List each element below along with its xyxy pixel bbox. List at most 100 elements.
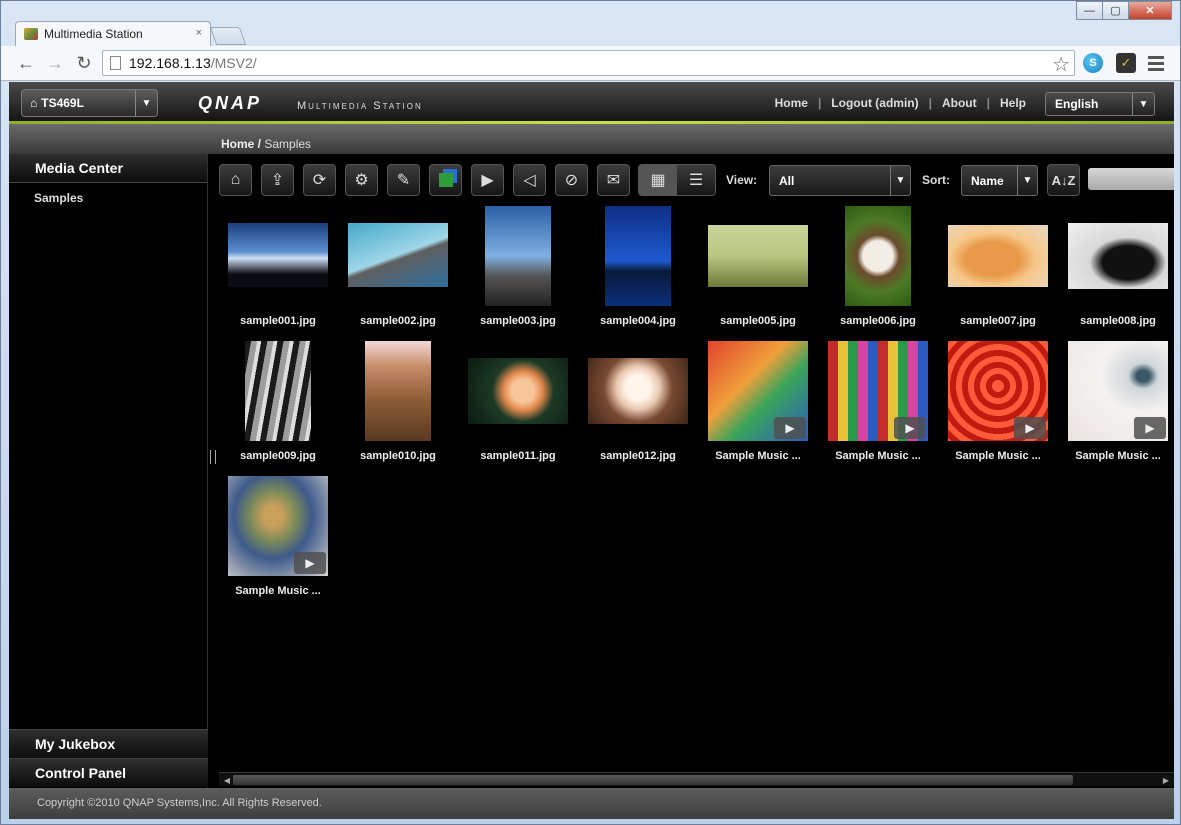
photo-thumbnail[interactable] bbox=[588, 358, 688, 424]
photo-thumbnail[interactable] bbox=[948, 225, 1048, 287]
breadcrumb-home[interactable]: Home bbox=[221, 137, 254, 151]
breadcrumb-bar: Home / Samples bbox=[9, 124, 1174, 154]
play-icon[interactable]: ▶ bbox=[471, 164, 504, 196]
scroll-right-icon[interactable]: ▶ bbox=[1160, 774, 1172, 786]
media-item[interactable]: sample001.jpg bbox=[219, 206, 337, 327]
photo-thumbnail[interactable] bbox=[708, 225, 808, 287]
email-icon[interactable]: ✉ bbox=[597, 164, 630, 196]
app-header: ⌂ TS469L ▼ QNAP Multimedia Station Home … bbox=[9, 82, 1174, 124]
settings-icon[interactable]: ⚙ bbox=[345, 164, 378, 196]
photo-thumbnail[interactable] bbox=[1068, 223, 1168, 289]
share-icon[interactable]: ⊘ bbox=[555, 164, 588, 196]
photo-thumbnail[interactable] bbox=[365, 341, 431, 441]
media-item[interactable]: ▶ Sample Music ... bbox=[819, 341, 937, 462]
photo-thumbnail[interactable] bbox=[245, 341, 311, 441]
check-extension-icon[interactable]: ✓ bbox=[1116, 53, 1136, 73]
sort-order-button[interactable]: A↓Z bbox=[1047, 164, 1080, 196]
sidebar-item-samples[interactable]: Samples bbox=[9, 183, 207, 205]
media-item[interactable]: sample009.jpg bbox=[219, 341, 337, 462]
logout-link[interactable]: Logout (admin) bbox=[831, 96, 918, 110]
list-view-icon[interactable]: ☰ bbox=[677, 165, 715, 195]
multimedia-station-app: ⌂ TS469L ▼ QNAP Multimedia Station Home … bbox=[9, 82, 1174, 819]
photo-thumbnail[interactable] bbox=[348, 223, 448, 287]
play-icon[interactable]: ▶ bbox=[774, 417, 806, 439]
close-window-button[interactable]: ✕ bbox=[1128, 1, 1172, 20]
language-select[interactable]: English ▼ bbox=[1045, 92, 1155, 116]
media-item[interactable]: sample003.jpg bbox=[459, 206, 577, 327]
tab-title: Multimedia Station bbox=[44, 27, 143, 41]
media-item[interactable]: ▶ Sample Music ... bbox=[219, 476, 337, 597]
media-item[interactable]: sample005.jpg bbox=[699, 206, 817, 327]
photo-thumbnail[interactable] bbox=[845, 206, 911, 306]
maximize-button[interactable]: ▢ bbox=[1102, 1, 1129, 20]
address-bar[interactable]: 192.168.1.13/MSV2/ ☆ bbox=[102, 50, 1075, 76]
media-item[interactable]: sample002.jpg bbox=[339, 206, 457, 327]
sort-label: Sort: bbox=[922, 173, 950, 187]
media-item[interactable]: sample004.jpg bbox=[579, 206, 697, 327]
sort-select[interactable]: Name ▼ bbox=[961, 165, 1038, 196]
home-icon[interactable]: ⌂ bbox=[219, 164, 252, 196]
media-item[interactable]: sample012.jpg bbox=[579, 341, 697, 462]
media-item[interactable]: ▶ Sample Music ... bbox=[699, 341, 817, 462]
photo-thumbnail[interactable] bbox=[228, 223, 328, 287]
forward-arrow-icon[interactable]: → bbox=[44, 52, 66, 74]
refresh-icon[interactable]: ⟳ bbox=[303, 164, 336, 196]
media-caption: Sample Music ... bbox=[235, 585, 321, 597]
play-icon[interactable]: ▶ bbox=[1134, 417, 1166, 439]
reload-icon[interactable]: ↻ bbox=[73, 52, 95, 74]
photo-thumbnail[interactable] bbox=[605, 206, 671, 306]
play-icon[interactable]: ▶ bbox=[294, 552, 326, 574]
music-thumbnail[interactable]: ▶ bbox=[828, 341, 928, 441]
music-thumbnail[interactable]: ▶ bbox=[228, 476, 328, 576]
chevron-down-icon[interactable]: ▼ bbox=[1017, 166, 1037, 195]
bookmark-star-icon[interactable]: ☆ bbox=[1052, 52, 1070, 77]
upload-icon[interactable]: ⇪ bbox=[261, 164, 294, 196]
photo-thumbnail[interactable] bbox=[468, 358, 568, 424]
chevron-down-icon[interactable]: ▼ bbox=[890, 166, 910, 195]
sidebar-item-my-jukebox[interactable]: My Jukebox bbox=[9, 729, 208, 758]
play-icon[interactable]: ▶ bbox=[1014, 417, 1046, 439]
media-item[interactable]: ▶ Sample Music ... bbox=[939, 341, 1057, 462]
search-input[interactable] bbox=[1088, 168, 1174, 190]
scroll-left-icon[interactable]: ◀ bbox=[221, 774, 233, 786]
view-select[interactable]: All ▼ bbox=[769, 165, 911, 196]
speaker-icon[interactable]: ◁ bbox=[513, 164, 546, 196]
media-item[interactable]: ▶ Sample Music ... bbox=[1059, 341, 1177, 462]
home-link[interactable]: Home bbox=[775, 96, 808, 110]
media-item[interactable]: sample008.jpg bbox=[1059, 206, 1177, 327]
media-item[interactable]: sample010.jpg bbox=[339, 341, 457, 462]
media-item[interactable]: sample007.jpg bbox=[939, 206, 1057, 327]
copy-icon[interactable] bbox=[429, 164, 462, 196]
sidebar-header-media-center[interactable]: Media Center bbox=[9, 154, 207, 183]
sidebar-item-control-panel[interactable]: Control Panel bbox=[9, 758, 208, 787]
edit-icon[interactable]: ✎ bbox=[387, 164, 420, 196]
scrollbar-thumb[interactable] bbox=[233, 775, 1073, 785]
media-caption: sample004.jpg bbox=[600, 315, 676, 327]
thumbnail-view-icon[interactable]: ▦ bbox=[639, 165, 677, 195]
horizontal-scrollbar[interactable]: ◀ ▶ bbox=[219, 772, 1174, 786]
help-link[interactable]: Help bbox=[1000, 96, 1026, 110]
tab-close-icon[interactable]: × bbox=[196, 27, 202, 39]
skype-extension-icon[interactable]: S bbox=[1083, 53, 1103, 73]
panel-resize-handle[interactable] bbox=[210, 450, 216, 464]
browser-tab[interactable]: Multimedia Station × bbox=[15, 21, 211, 46]
new-tab-button[interactable] bbox=[209, 27, 247, 45]
back-arrow-icon[interactable]: ← bbox=[15, 52, 37, 74]
chevron-down-icon[interactable]: ▼ bbox=[1132, 93, 1154, 115]
server-selector[interactable]: ⌂ TS469L ▼ bbox=[21, 89, 158, 117]
music-thumbnail[interactable]: ▶ bbox=[1068, 341, 1168, 441]
music-thumbnail[interactable]: ▶ bbox=[948, 341, 1048, 441]
photo-thumbnail[interactable] bbox=[485, 206, 551, 306]
music-thumbnail[interactable]: ▶ bbox=[708, 341, 808, 441]
minimize-button[interactable]: — bbox=[1076, 1, 1103, 20]
media-item[interactable]: sample006.jpg bbox=[819, 206, 937, 327]
about-link[interactable]: About bbox=[942, 96, 977, 110]
play-icon[interactable]: ▶ bbox=[894, 417, 926, 439]
media-caption: sample003.jpg bbox=[480, 315, 556, 327]
media-item[interactable]: sample011.jpg bbox=[459, 341, 577, 462]
content-toolbar: ⌂ ⇪ ⟳ ⚙ ✎ ▶ ◁ ⊘ ✉ ▦ ☰ View: All ▼ Sort: … bbox=[219, 164, 1174, 198]
media-caption: sample001.jpg bbox=[240, 315, 316, 327]
breadcrumb-current: Samples bbox=[264, 137, 312, 151]
chevron-down-icon[interactable]: ▼ bbox=[135, 90, 157, 116]
browser-menu-icon[interactable] bbox=[1148, 56, 1164, 74]
